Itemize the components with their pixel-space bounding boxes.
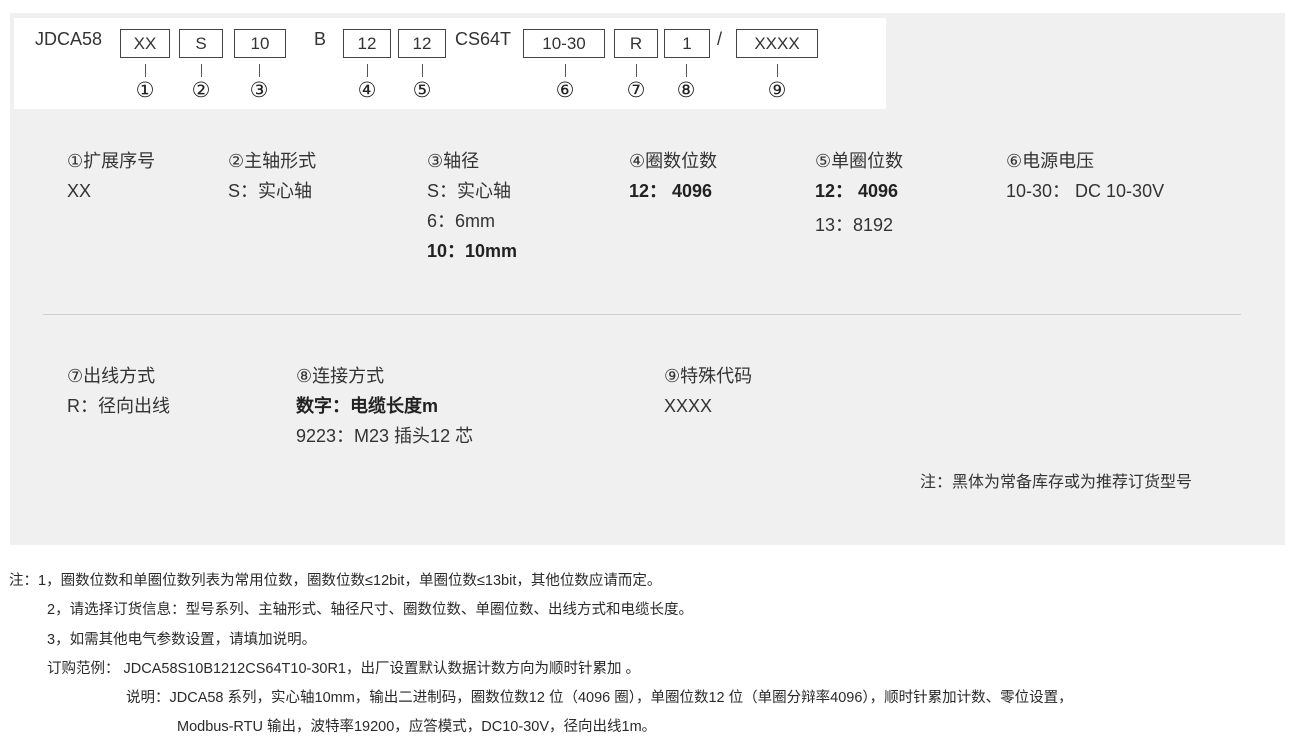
marker-2: ② [191, 79, 211, 102]
section-title: ⑨特殊代码 [664, 366, 753, 386]
section-title: ①扩展序号 [67, 151, 156, 171]
option-line: 13：8192 [815, 215, 894, 235]
example-description-1: 说明：JDCA58 系列，实心轴10mm，输出二进制码，圈数位数12 位（409… [126, 690, 1073, 706]
note-line-1: 注：1，圈数位数和单圈位数列表为常用位数，圈数位数≤12bit，单圈位数≤13b… [9, 573, 662, 589]
section-title: ⑥电源电压 [1006, 151, 1095, 171]
section-connection-method: ⑧连接方式 数字：电缆长度m 9223：M23 插头12 芯 [296, 361, 473, 451]
code-box-turns: 12 [343, 29, 391, 58]
option-line: XXXX [664, 396, 713, 416]
marker-tick [201, 64, 202, 77]
section-shaft-type: ②主轴形式 S：实心轴 [228, 146, 316, 206]
section-supply-voltage: ⑥电源电压 10-30： DC 10-30V [1006, 146, 1164, 206]
marker-tick [367, 64, 368, 77]
separator-b: B [314, 29, 327, 49]
code-box-single-turn: 12 [398, 29, 446, 58]
model-prefix: JDCA58 [35, 29, 103, 49]
option-line: R：径向出线 [67, 396, 170, 416]
section-title: ④圈数位数 [629, 151, 718, 171]
example-description-2: Modbus-RTU 输出，波特率19200，应答模式，DC10-30V，径向出… [177, 719, 657, 735]
marker-5: ⑤ [412, 79, 432, 102]
code-box-special: XXXX [736, 29, 818, 58]
section-divider [43, 314, 1241, 315]
section-title: ⑦出线方式 [67, 366, 156, 386]
marker-tick [565, 64, 566, 77]
marker-4: ④ [357, 79, 377, 102]
code-box-extension: XX [120, 29, 170, 58]
section-single-turn-bits: ⑤单圈位数 12： 4096 13：8192 [815, 146, 903, 240]
marker-tick [686, 64, 687, 77]
code-box-voltage: 10-30 [523, 29, 605, 58]
option-line-recommended: 数字：电缆长度m [296, 396, 439, 416]
option-line: S：实心轴 [228, 181, 313, 201]
marker-7: ⑦ [626, 79, 646, 102]
code-box-outlet: R [614, 29, 658, 58]
option-line-recommended: 12： 4096 [815, 181, 899, 201]
model-code-bar: JDCA58 XX S 10 B 12 12 CS64T 10-30 R 1 /… [14, 18, 886, 109]
option-line-recommended: 10：10mm [427, 241, 518, 261]
marker-1: ① [135, 79, 155, 102]
marker-tick [777, 64, 778, 77]
code-box-shaft-diameter: 10 [234, 29, 286, 58]
code-box-connection: 1 [664, 29, 710, 58]
option-line-recommended: 12： 4096 [629, 181, 713, 201]
marker-3: ③ [249, 79, 269, 102]
marker-tick [422, 64, 423, 77]
option-line: 10-30： DC 10-30V [1006, 181, 1165, 201]
option-line: XX [67, 181, 92, 201]
section-extension-number: ①扩展序号 XX [67, 146, 155, 206]
section-shaft-diameter: ③轴径 S：实心轴 6：6mm 10：10mm [427, 146, 517, 266]
note-line-3: 3，如需其他电气参数设置，请填加说明。 [47, 632, 317, 648]
code-box-shaft-type: S [179, 29, 223, 58]
marker-tick [636, 64, 637, 77]
marker-8: ⑧ [676, 79, 696, 102]
marker-tick [259, 64, 260, 77]
option-line: 9223：M23 插头12 芯 [296, 426, 474, 446]
option-line: 6：6mm [427, 211, 496, 231]
marker-tick [145, 64, 146, 77]
marker-6: ⑥ [555, 79, 575, 102]
section-outlet-method: ⑦出线方式 R：径向出线 [67, 361, 170, 421]
section-title: ⑧连接方式 [296, 366, 385, 386]
section-special-code: ⑨特殊代码 XXXX [664, 361, 752, 421]
section-title: ②主轴形式 [228, 151, 317, 171]
option-line: S：实心轴 [427, 181, 512, 201]
separator-slash: / [717, 29, 723, 49]
stock-note: 注：黑体为常备库存或为推荐订货型号 [920, 474, 1193, 491]
separator-cs64t: CS64T [455, 29, 512, 49]
note-line-2: 2，请选择订货信息：型号系列、主轴形式、轴径尺寸、圈数位数、单圈位数、出线方式和… [47, 602, 694, 618]
marker-9: ⑨ [767, 79, 787, 102]
section-title: ⑤单圈位数 [815, 151, 904, 171]
order-example: 订购范例： JDCA58S10B1212CS64T10-30R1，出厂设置默认数… [47, 661, 641, 677]
section-title: ③轴径 [427, 151, 480, 171]
section-turns-bits: ④圈数位数 12： 4096 [629, 146, 717, 206]
